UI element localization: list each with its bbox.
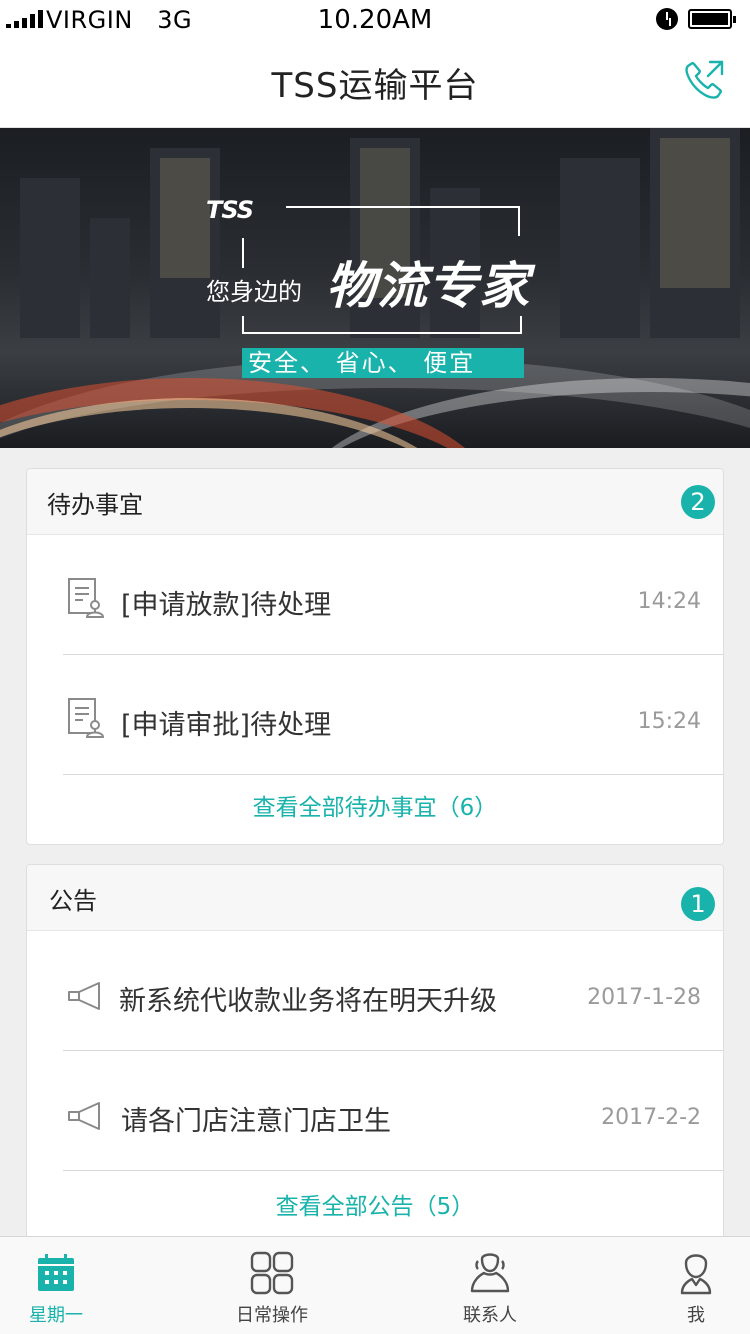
calendar-icon — [38, 1254, 74, 1291]
status-bar: VIRGIN 3G 10.20AM — [0, 0, 750, 40]
contacts-icon — [470, 1253, 510, 1293]
tab-weekday[interactable]: 星期一 — [0, 1237, 116, 1334]
grid-icon — [250, 1251, 294, 1295]
banner-frame — [518, 206, 520, 236]
nav-bar: TSS运输平台 — [0, 40, 750, 128]
notice-item-date: 2017-2-2 — [601, 1105, 701, 1130]
todo-card-header[interactable]: 待办事宜 2 — [27, 469, 723, 535]
banner-building — [560, 158, 640, 338]
alarm-icon — [656, 8, 678, 30]
notice-card-header[interactable]: 公告 1 — [27, 865, 723, 931]
tab-label: 我 — [687, 1305, 705, 1326]
notice-count-badge: 1 — [681, 887, 715, 921]
view-all-todo-link[interactable]: 查看全部待办事宜（6） — [27, 775, 723, 841]
user-icon — [680, 1254, 712, 1295]
banner-frame — [242, 316, 244, 334]
phone-call-icon[interactable] — [680, 56, 728, 104]
banner-tagline-big: 物流专家 — [326, 257, 530, 315]
banner-frame — [242, 238, 244, 268]
todo-count-badge: 2 — [681, 485, 715, 519]
banner-lights — [660, 138, 730, 288]
notice-item-text: 新系统代收款业务将在明天升级 — [119, 986, 497, 1017]
tab-label: 日常操作 — [236, 1305, 308, 1326]
notice-card-title: 公告 — [49, 887, 97, 915]
banner-frame — [286, 206, 520, 208]
todo-item-text: [申请放款]待处理 — [121, 590, 332, 621]
tss-logo: TSS — [206, 196, 254, 224]
megaphone-icon — [68, 982, 100, 1010]
todo-item-time: 15:24 — [637, 709, 701, 734]
tab-label: 星期一 — [29, 1305, 83, 1326]
document-user-icon — [68, 578, 105, 618]
promo-banner[interactable]: TSS 您身边的 物流专家 安全、 省心、 便宜 — [0, 128, 750, 448]
page-title: TSS运输平台 — [271, 66, 479, 106]
banner-lights — [160, 158, 210, 278]
todo-item-text: [申请审批]待处理 — [121, 710, 332, 741]
view-all-notice-link[interactable]: 查看全部公告（5） — [27, 1171, 723, 1243]
tab-contacts[interactable]: 联系人 — [430, 1237, 550, 1334]
document-user-icon — [68, 698, 105, 738]
banner-slogan: 安全、 省心、 便宜 — [242, 348, 524, 378]
todo-item[interactable]: [申请放款]待处理 14:24 — [63, 535, 723, 655]
megaphone-icon — [68, 1102, 100, 1130]
notice-item[interactable]: 新系统代收款业务将在明天升级 2017-1-28 — [63, 931, 723, 1051]
banner-building — [20, 178, 80, 338]
notice-card: 公告 1 新系统代收款业务将在明天升级 2017-1-28 请各门店注意门店卫生… — [26, 864, 724, 1244]
todo-card-title: 待办事宜 — [47, 491, 143, 519]
todo-card: 待办事宜 2 [申请放款]待处理 14:24 [申请审批]待处理 15:24 查… — [26, 468, 724, 845]
banner-tagline-small: 您身边的 — [206, 278, 302, 306]
todo-item[interactable]: [申请审批]待处理 15:24 — [63, 655, 723, 775]
todo-item-time: 14:24 — [637, 589, 701, 614]
notice-item-text: 请各门店注意门店卫生 — [121, 1106, 391, 1137]
status-time: 10.20AM — [317, 5, 433, 35]
tab-me[interactable]: 我 — [636, 1237, 750, 1334]
battery-icon — [688, 9, 736, 29]
notice-item-date: 2017-1-28 — [587, 985, 701, 1010]
tab-daily-operations[interactable]: 日常操作 — [212, 1237, 332, 1334]
tab-label: 联系人 — [463, 1305, 517, 1326]
tab-bar: 星期一 日常操作 联系人 我 — [0, 1236, 750, 1334]
banner-frame — [242, 332, 522, 334]
notice-item[interactable]: 请各门店注意门店卫生 2017-2-2 — [63, 1051, 723, 1171]
banner-frame — [520, 316, 522, 334]
banner-building — [90, 218, 130, 338]
